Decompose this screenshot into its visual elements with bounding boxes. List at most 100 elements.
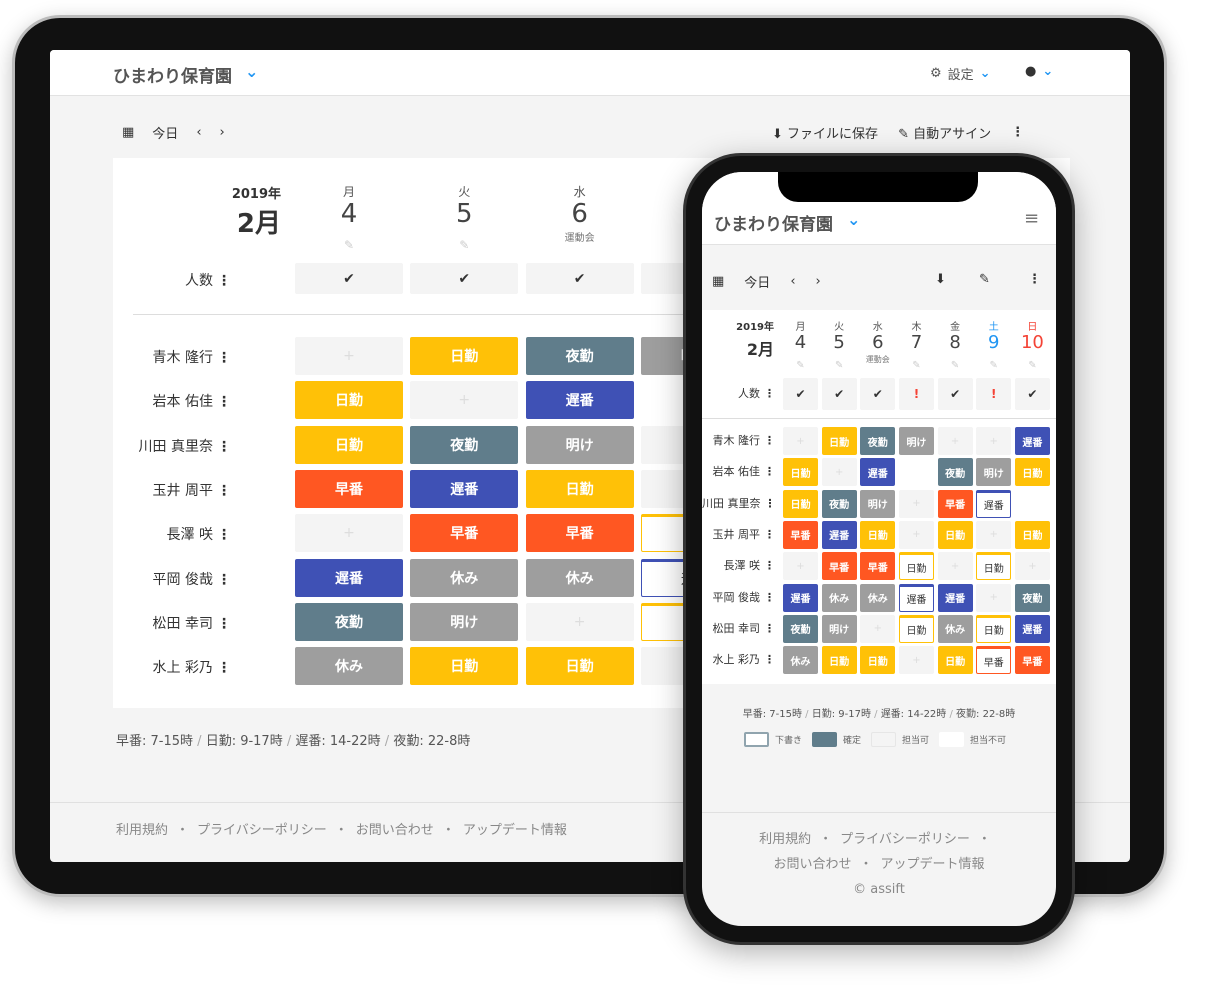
shift-cell[interactable]: 夜勤 <box>410 425 519 464</box>
shift-cell[interactable]: 休み <box>410 558 519 597</box>
chevron-down-icon[interactable]: ⌄ <box>847 210 860 229</box>
pencil-icon[interactable]: ✎ <box>410 238 518 252</box>
shift-cell[interactable]: 休み <box>860 583 896 612</box>
prev-week-button[interactable]: ‹ <box>196 125 201 140</box>
day-number[interactable]: 9 <box>976 332 1011 353</box>
staff-name[interactable]: 松田 幸司 ⋮ <box>113 613 231 633</box>
footer-link[interactable]: アップデート情報 <box>881 857 985 872</box>
shift-cell[interactable]: 日勤 <box>295 381 403 420</box>
day-note[interactable]: 運動会 <box>526 234 634 244</box>
shift-cell[interactable]: + <box>295 337 403 375</box>
footer-link[interactable]: 利用規約 <box>116 823 168 838</box>
staff-name[interactable]: 川田 真里奈 ⋮ <box>113 436 231 456</box>
shift-cell[interactable]: 早番 <box>821 552 857 581</box>
day-number[interactable]: 7 <box>899 332 934 353</box>
staff-name[interactable]: 岩本 佑佳 ⋮ <box>702 463 776 479</box>
shift-cell[interactable]: 夜勤 <box>821 489 857 518</box>
day-number[interactable]: 10 <box>1015 332 1050 353</box>
staff-name[interactable]: 水上 彩乃 ⋮ <box>702 651 776 667</box>
shift-cell[interactable]: 休み <box>295 647 403 686</box>
shift-cell[interactable]: 遅番 <box>783 583 818 612</box>
shift-cell[interactable]: 日勤 <box>1014 458 1050 487</box>
shift-cell[interactable]: 日勤 <box>898 614 934 643</box>
shift-cell[interactable]: 日勤 <box>295 425 403 464</box>
day-number[interactable]: 6 <box>526 199 634 229</box>
staff-name[interactable]: 川田 真里奈 ⋮ <box>702 495 776 511</box>
hamburger-menu-icon[interactable]: ≡ <box>1024 208 1039 229</box>
shift-cell[interactable]: 休み <box>821 583 857 612</box>
staff-name[interactable]: 長澤 咲 ⋮ <box>113 524 231 544</box>
staff-name[interactable]: 岩本 佑佳 ⋮ <box>113 391 231 411</box>
shift-cell[interactable]: 日勤 <box>860 646 896 675</box>
shift-cell[interactable]: + <box>410 381 519 420</box>
shift-cell[interactable]: + <box>976 583 1012 612</box>
shift-cell[interactable]: 遅番 <box>1014 614 1050 643</box>
chevron-down-icon[interactable]: ⌄ <box>245 62 258 81</box>
shift-cell[interactable]: 夜勤 <box>295 602 403 641</box>
staff-name[interactable]: 長澤 咲 ⋮ <box>702 557 776 573</box>
shift-cell[interactable]: 夜勤 <box>783 614 818 643</box>
shift-cell[interactable]: 日勤 <box>860 520 896 549</box>
staff-name[interactable]: 青木 隆行 ⋮ <box>702 432 776 448</box>
shift-cell[interactable]: 休み <box>783 646 818 675</box>
pencil-icon[interactable]: ✎ <box>976 360 1011 371</box>
staff-name[interactable]: 青木 隆行 ⋮ <box>113 347 231 367</box>
shift-cell[interactable]: 日勤 <box>821 427 857 455</box>
shift-cell[interactable]: + <box>976 427 1012 455</box>
today-button[interactable]: 今日 <box>152 123 178 142</box>
more-menu-icon[interactable]: ⋮ <box>764 465 775 478</box>
next-week-button[interactable]: › <box>816 274 821 289</box>
magic-wand-icon[interactable]: ✎ <box>979 272 990 287</box>
shift-cell[interactable]: 明け <box>898 427 934 455</box>
shift-cell[interactable]: 夜勤 <box>525 337 634 375</box>
shift-cell[interactable]: 遅番 <box>937 583 973 612</box>
shift-cell[interactable]: 早番 <box>976 646 1012 675</box>
next-week-button[interactable]: › <box>220 125 225 140</box>
warning-icon[interactable]: ! <box>898 378 934 410</box>
shift-cell[interactable]: 明け <box>976 458 1012 487</box>
shift-cell[interactable]: 遅番 <box>860 458 896 487</box>
check-icon[interactable]: ✔ <box>783 378 818 410</box>
shift-cell[interactable]: 日勤 <box>525 647 634 686</box>
pencil-icon[interactable]: ✎ <box>899 360 934 371</box>
more-menu-icon[interactable]: ⋮ <box>217 527 231 543</box>
more-menu-icon[interactable]: ⋮ <box>217 483 231 499</box>
check-icon[interactable]: ✔ <box>295 263 403 294</box>
footer-link[interactable]: プライバシーポリシー <box>840 832 970 847</box>
more-menu-icon[interactable]: ⋮ <box>1028 272 1041 287</box>
shift-cell[interactable]: + <box>898 520 934 549</box>
shift-cell[interactable]: 早番 <box>860 552 896 581</box>
staff-name[interactable]: 平岡 俊哉 ⋮ <box>702 589 776 605</box>
day-number[interactable]: 5 <box>822 332 857 353</box>
day-number[interactable]: 8 <box>938 332 973 353</box>
shift-cell[interactable]: 日勤 <box>525 469 634 508</box>
more-menu-icon[interactable]: ⋮ <box>217 439 231 455</box>
shift-cell[interactable]: 明け <box>821 614 857 643</box>
more-menu-icon[interactable]: ⋮ <box>765 497 776 510</box>
shift-cell[interactable]: + <box>525 602 634 641</box>
shift-cell[interactable]: 遅番 <box>898 583 934 612</box>
staff-name[interactable]: 玉井 周平 ⋮ <box>702 526 776 542</box>
footer-link[interactable]: プライバシーポリシー <box>197 823 327 838</box>
auto-assign-button[interactable]: ✎ 自動アサイン <box>898 123 991 142</box>
more-menu-icon[interactable]: ⋮ <box>764 591 775 604</box>
shift-cell[interactable]: 日勤 <box>821 646 857 675</box>
file-download-icon[interactable]: ⬇ <box>935 272 946 287</box>
more-menu-icon[interactable]: ⋮ <box>764 387 775 400</box>
pencil-icon[interactable]: ✎ <box>938 360 973 371</box>
shift-cell[interactable]: + <box>898 489 934 518</box>
more-menu-icon[interactable]: ⋮ <box>217 273 231 289</box>
pencil-icon[interactable]: ✎ <box>1015 360 1050 371</box>
day-number[interactable]: 5 <box>410 199 518 229</box>
check-icon[interactable]: ✔ <box>937 378 973 410</box>
check-icon[interactable]: ✔ <box>860 378 896 410</box>
shift-cell[interactable]: + <box>821 458 857 487</box>
shift-cell[interactable]: 早番 <box>937 489 973 518</box>
footer-link[interactable]: 利用規約 <box>759 832 811 847</box>
pencil-icon[interactable]: ✎ <box>783 360 818 371</box>
shift-cell[interactable]: 遅番 <box>525 381 634 420</box>
shift-cell[interactable]: 休み <box>937 614 973 643</box>
prev-week-button[interactable]: ‹ <box>790 274 795 289</box>
shift-cell[interactable]: 早番 <box>295 469 403 508</box>
pencil-icon[interactable]: ✎ <box>295 238 403 252</box>
